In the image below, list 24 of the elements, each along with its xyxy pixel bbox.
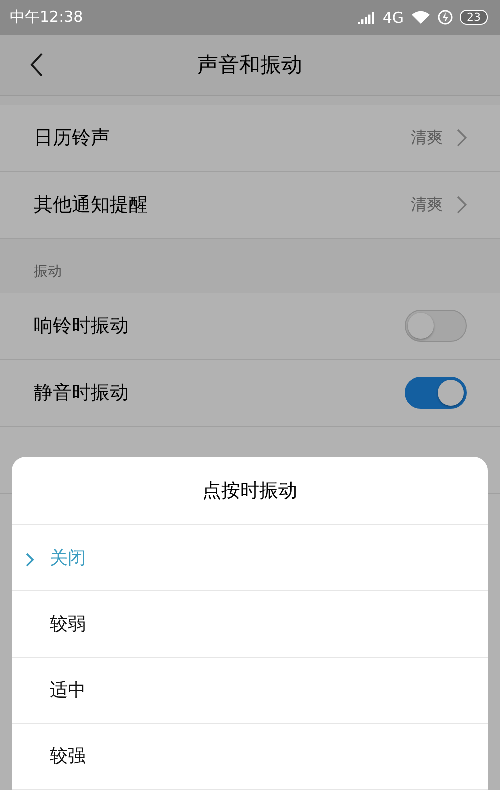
chevron-icon	[457, 129, 467, 147]
status-time: 中午12:38	[10, 8, 84, 27]
page-title: 声音和振动	[196, 52, 304, 79]
setting-label: 响铃时振动	[34, 314, 130, 339]
network-type: 4G	[382, 8, 404, 26]
charging-icon	[438, 10, 453, 25]
wifi-icon	[411, 10, 431, 24]
setting-label[interactable]: 日历铃声	[34, 125, 411, 151]
setting-value: 清爽	[411, 128, 443, 148]
setting-value: 清爽	[411, 194, 443, 216]
dialog-title: 点按时振动	[202, 478, 298, 504]
chevron-icon	[26, 553, 35, 568]
option-item[interactable]: 较弱	[50, 612, 86, 636]
back-icon[interactable]	[30, 53, 44, 77]
battery-level: 23	[460, 10, 488, 25]
chevron-icon	[457, 196, 467, 214]
toggle-switch[interactable]	[405, 310, 467, 342]
option-item[interactable]: 适中	[50, 678, 86, 702]
signal-icon	[358, 12, 376, 24]
toggle-switch[interactable]	[405, 377, 467, 409]
option-item[interactable]: 较强	[50, 744, 86, 768]
setting-label: 静音时振动	[34, 381, 130, 406]
section-title: 振动	[34, 263, 62, 281]
setting-label[interactable]: 其他通知提醒	[34, 192, 411, 218]
